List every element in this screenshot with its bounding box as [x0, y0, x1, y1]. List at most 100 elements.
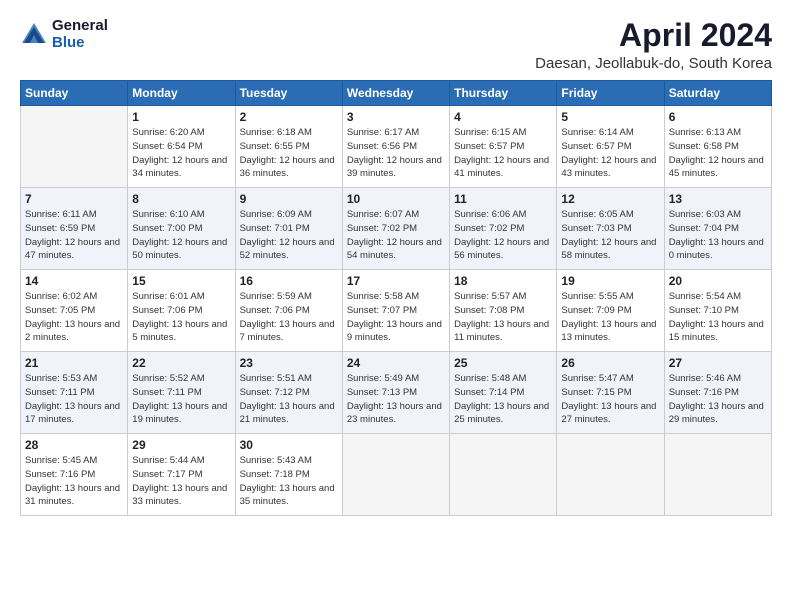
day-info: Sunrise: 6:11 AMSunset: 6:59 PMDaylight:… — [25, 208, 123, 263]
table-row: 9 Sunrise: 6:09 AMSunset: 7:01 PMDaylight… — [235, 188, 342, 270]
day-number: 25 — [454, 356, 552, 370]
day-info: Sunrise: 6:07 AMSunset: 7:02 PMDaylight:… — [347, 208, 445, 263]
title-month: April 2024 — [535, 18, 772, 53]
col-saturday: Saturday — [664, 81, 771, 106]
table-row — [450, 434, 557, 516]
table-row: 13Sunrise: 6:03 AMSunset: 7:04 PMDayligh… — [664, 188, 771, 270]
day-number: 7 — [25, 192, 123, 206]
day-info: Sunrise: 5:46 AMSunset: 7:16 PMDaylight:… — [669, 372, 767, 427]
day-info: Sunrise: 5:55 AMSunset: 7:09 PMDaylight:… — [561, 290, 659, 345]
col-friday: Friday — [557, 81, 664, 106]
day-number: 24 — [347, 356, 445, 370]
table-row: 12 Sunrise: 6:05 AMSunset: 7:03 PMDayligh… — [557, 188, 664, 270]
day-number: 16 — [240, 274, 338, 288]
day-number: 30 — [240, 438, 338, 452]
day-number: 5 — [561, 110, 659, 124]
day-info: Sunrise: 6:02 AMSunset: 7:05 PMDaylight:… — [25, 290, 123, 345]
day-info: Sunrise: 6:09 AMSunset: 7:01 PMDaylight:… — [240, 208, 338, 263]
table-row: 29 Sunrise: 5:44 AMSunset: 7:17 PMDayligh… — [128, 434, 235, 516]
table-row: 15Sunrise: 6:01 AMSunset: 7:06 PMDayligh… — [128, 270, 235, 352]
calendar-week-row: 7 Sunrise: 6:11 AMSunset: 6:59 PMDaylight… — [21, 188, 772, 270]
calendar-week-row: 28Sunrise: 5:45 AMSunset: 7:16 PMDayligh… — [21, 434, 772, 516]
day-info: Sunrise: 6:17 AMSunset: 6:56 PMDaylight:… — [347, 126, 445, 181]
day-info: Sunrise: 6:13 AMSunset: 6:58 PMDaylight:… — [669, 126, 767, 181]
logo-icon — [20, 21, 48, 49]
table-row: 14 Sunrise: 6:02 AMSunset: 7:05 PMDayligh… — [21, 270, 128, 352]
day-number: 21 — [25, 356, 123, 370]
table-row: 2 Sunrise: 6:18 AMSunset: 6:55 PMDaylight… — [235, 106, 342, 188]
day-number: 4 — [454, 110, 552, 124]
table-row: 30 Sunrise: 5:43 AMSunset: 7:18 PMDayligh… — [235, 434, 342, 516]
table-row: 21 Sunrise: 5:53 AMSunset: 7:11 PMDayligh… — [21, 352, 128, 434]
day-info: Sunrise: 5:59 AMSunset: 7:06 PMDaylight:… — [240, 290, 338, 345]
table-row: 4 Sunrise: 6:15 AMSunset: 6:57 PMDaylight… — [450, 106, 557, 188]
table-row: 3 Sunrise: 6:17 AMSunset: 6:56 PMDaylight… — [342, 106, 449, 188]
day-info: Sunrise: 5:57 AMSunset: 7:08 PMDaylight:… — [454, 290, 552, 345]
table-row — [557, 434, 664, 516]
table-row — [664, 434, 771, 516]
day-number: 9 — [240, 192, 338, 206]
day-info: Sunrise: 6:20 AMSunset: 6:54 PMDaylight:… — [132, 126, 230, 181]
table-row: 27 Sunrise: 5:46 AMSunset: 7:16 PMDayligh… — [664, 352, 771, 434]
day-info: Sunrise: 5:54 AMSunset: 7:10 PMDaylight:… — [669, 290, 767, 345]
col-thursday: Thursday — [450, 81, 557, 106]
table-row: 16 Sunrise: 5:59 AMSunset: 7:06 PMDayligh… — [235, 270, 342, 352]
table-row: 25 Sunrise: 5:48 AMSunset: 7:14 PMDayligh… — [450, 352, 557, 434]
col-monday: Monday — [128, 81, 235, 106]
table-row: 8Sunrise: 6:10 AMSunset: 7:00 PMDaylight… — [128, 188, 235, 270]
table-row: 20Sunrise: 5:54 AMSunset: 7:10 PMDayligh… — [664, 270, 771, 352]
day-info: Sunrise: 6:03 AMSunset: 7:04 PMDaylight:… — [669, 208, 767, 263]
day-info: Sunrise: 5:53 AMSunset: 7:11 PMDaylight:… — [25, 372, 123, 427]
page: General Blue April 2024 Daesan, Jeollabu… — [0, 0, 792, 612]
day-info: Sunrise: 5:52 AMSunset: 7:11 PMDaylight:… — [132, 372, 230, 427]
logo-blue: Blue — [52, 35, 108, 52]
day-info: Sunrise: 6:15 AMSunset: 6:57 PMDaylight:… — [454, 126, 552, 181]
day-info: Sunrise: 5:48 AMSunset: 7:14 PMDaylight:… — [454, 372, 552, 427]
day-info: Sunrise: 5:51 AMSunset: 7:12 PMDaylight:… — [240, 372, 338, 427]
day-number: 8 — [132, 192, 230, 206]
day-info: Sunrise: 5:47 AMSunset: 7:15 PMDaylight:… — [561, 372, 659, 427]
table-row: 1 Sunrise: 6:20 AMSunset: 6:54 PMDaylight… — [128, 106, 235, 188]
table-row: 7 Sunrise: 6:11 AMSunset: 6:59 PMDaylight… — [21, 188, 128, 270]
day-number: 2 — [240, 110, 338, 124]
calendar-week-row: 14 Sunrise: 6:02 AMSunset: 7:05 PMDayligh… — [21, 270, 772, 352]
day-info: Sunrise: 6:01 AMSunset: 7:06 PMDaylight:… — [132, 290, 230, 345]
day-number: 22 — [132, 356, 230, 370]
day-info: Sunrise: 5:44 AMSunset: 7:17 PMDaylight:… — [132, 454, 230, 509]
calendar-header-row: Sunday Monday Tuesday Wednesday Thursday… — [21, 81, 772, 106]
day-number: 1 — [132, 110, 230, 124]
day-number: 3 — [347, 110, 445, 124]
table-row: 22 Sunrise: 5:52 AMSunset: 7:11 PMDayligh… — [128, 352, 235, 434]
day-info: Sunrise: 6:05 AMSunset: 7:03 PMDaylight:… — [561, 208, 659, 263]
day-number: 28 — [25, 438, 123, 452]
day-info: Sunrise: 5:43 AMSunset: 7:18 PMDaylight:… — [240, 454, 338, 509]
title-block: April 2024 Daesan, Jeollabuk-do, South K… — [535, 18, 772, 72]
day-info: Sunrise: 5:58 AMSunset: 7:07 PMDaylight:… — [347, 290, 445, 345]
logo-text: General Blue — [52, 18, 108, 51]
col-sunday: Sunday — [21, 81, 128, 106]
day-info: Sunrise: 6:18 AMSunset: 6:55 PMDaylight:… — [240, 126, 338, 181]
table-row — [21, 106, 128, 188]
day-number: 27 — [669, 356, 767, 370]
table-row: 17 Sunrise: 5:58 AMSunset: 7:07 PMDayligh… — [342, 270, 449, 352]
table-row: 24Sunrise: 5:49 AMSunset: 7:13 PMDayligh… — [342, 352, 449, 434]
header: General Blue April 2024 Daesan, Jeollabu… — [20, 18, 772, 72]
table-row: 28Sunrise: 5:45 AMSunset: 7:16 PMDayligh… — [21, 434, 128, 516]
table-row: 23 Sunrise: 5:51 AMSunset: 7:12 PMDayligh… — [235, 352, 342, 434]
day-info: Sunrise: 6:06 AMSunset: 7:02 PMDaylight:… — [454, 208, 552, 263]
day-number: 12 — [561, 192, 659, 206]
calendar-week-row: 1 Sunrise: 6:20 AMSunset: 6:54 PMDaylight… — [21, 106, 772, 188]
day-number: 17 — [347, 274, 445, 288]
day-number: 18 — [454, 274, 552, 288]
day-number: 26 — [561, 356, 659, 370]
table-row: 11 Sunrise: 6:06 AMSunset: 7:02 PMDayligh… — [450, 188, 557, 270]
table-row: 26 Sunrise: 5:47 AMSunset: 7:15 PMDayligh… — [557, 352, 664, 434]
table-row: 5Sunrise: 6:14 AMSunset: 6:57 PMDaylight… — [557, 106, 664, 188]
day-number: 10 — [347, 192, 445, 206]
day-number: 23 — [240, 356, 338, 370]
calendar-week-row: 21 Sunrise: 5:53 AMSunset: 7:11 PMDayligh… — [21, 352, 772, 434]
day-number: 29 — [132, 438, 230, 452]
col-wednesday: Wednesday — [342, 81, 449, 106]
day-number: 11 — [454, 192, 552, 206]
day-number: 14 — [25, 274, 123, 288]
